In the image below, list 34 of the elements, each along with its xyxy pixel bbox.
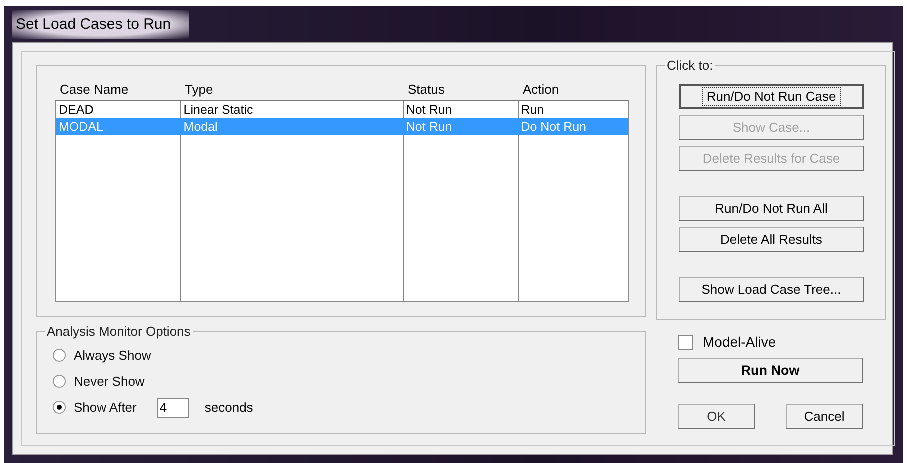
ok-button[interactable]: OK — [678, 404, 755, 429]
table-cell-text: Linear Static — [182, 102, 254, 116]
checkbox[interactable] — [678, 334, 693, 350]
radio-button[interactable] — [53, 375, 66, 388]
table-cell-text: Modal — [182, 120, 219, 134]
cancel-button[interactable]: Cancel — [786, 404, 863, 429]
window-title: Set Load Cases to Run — [12, 10, 190, 38]
group-title: Click to: — [665, 58, 716, 73]
column-header: Case Name — [59, 82, 130, 96]
radio-button[interactable] — [53, 349, 66, 362]
case-list[interactable]: DEAD Linear Static Not Run Run MODAL Modal Not Run Do Not Run — [55, 100, 629, 302]
table-cell-text: Not Run — [405, 120, 454, 134]
radio-button[interactable] — [53, 401, 66, 414]
number-field[interactable]: 4 — [156, 398, 189, 418]
table-cell-text: Not Run — [405, 102, 454, 116]
column-header: Status — [407, 82, 446, 96]
action-button[interactable]: Delete All Results — [679, 227, 864, 252]
table-cell-text: DEAD — [58, 102, 95, 116]
action-button[interactable]: Show Load Case Tree... — [679, 277, 864, 302]
table-cell-text: Do Not Run — [520, 120, 588, 134]
column-header: Type — [184, 82, 214, 96]
radio-label: Never Show — [74, 374, 145, 389]
radio-label: Always Show — [74, 348, 152, 363]
column-header: Action — [522, 82, 560, 96]
table-cell-text: Run — [520, 102, 546, 116]
radio-label: Show After — [74, 400, 137, 415]
checkbox-label: Model-Alive — [703, 334, 776, 350]
unit-label: seconds — [204, 400, 254, 415]
action-button[interactable]: Run/Do Not Run All — [679, 196, 864, 221]
run-now-button[interactable]: Run Now — [678, 358, 863, 383]
action-button[interactable]: Run/Do Not Run Case — [679, 84, 864, 109]
group-title: Analysis Monitor Options — [45, 324, 193, 339]
table-row[interactable]: DEAD Linear Static Not Run Run — [56, 101, 628, 118]
table-cell-text: MODAL — [58, 120, 104, 134]
